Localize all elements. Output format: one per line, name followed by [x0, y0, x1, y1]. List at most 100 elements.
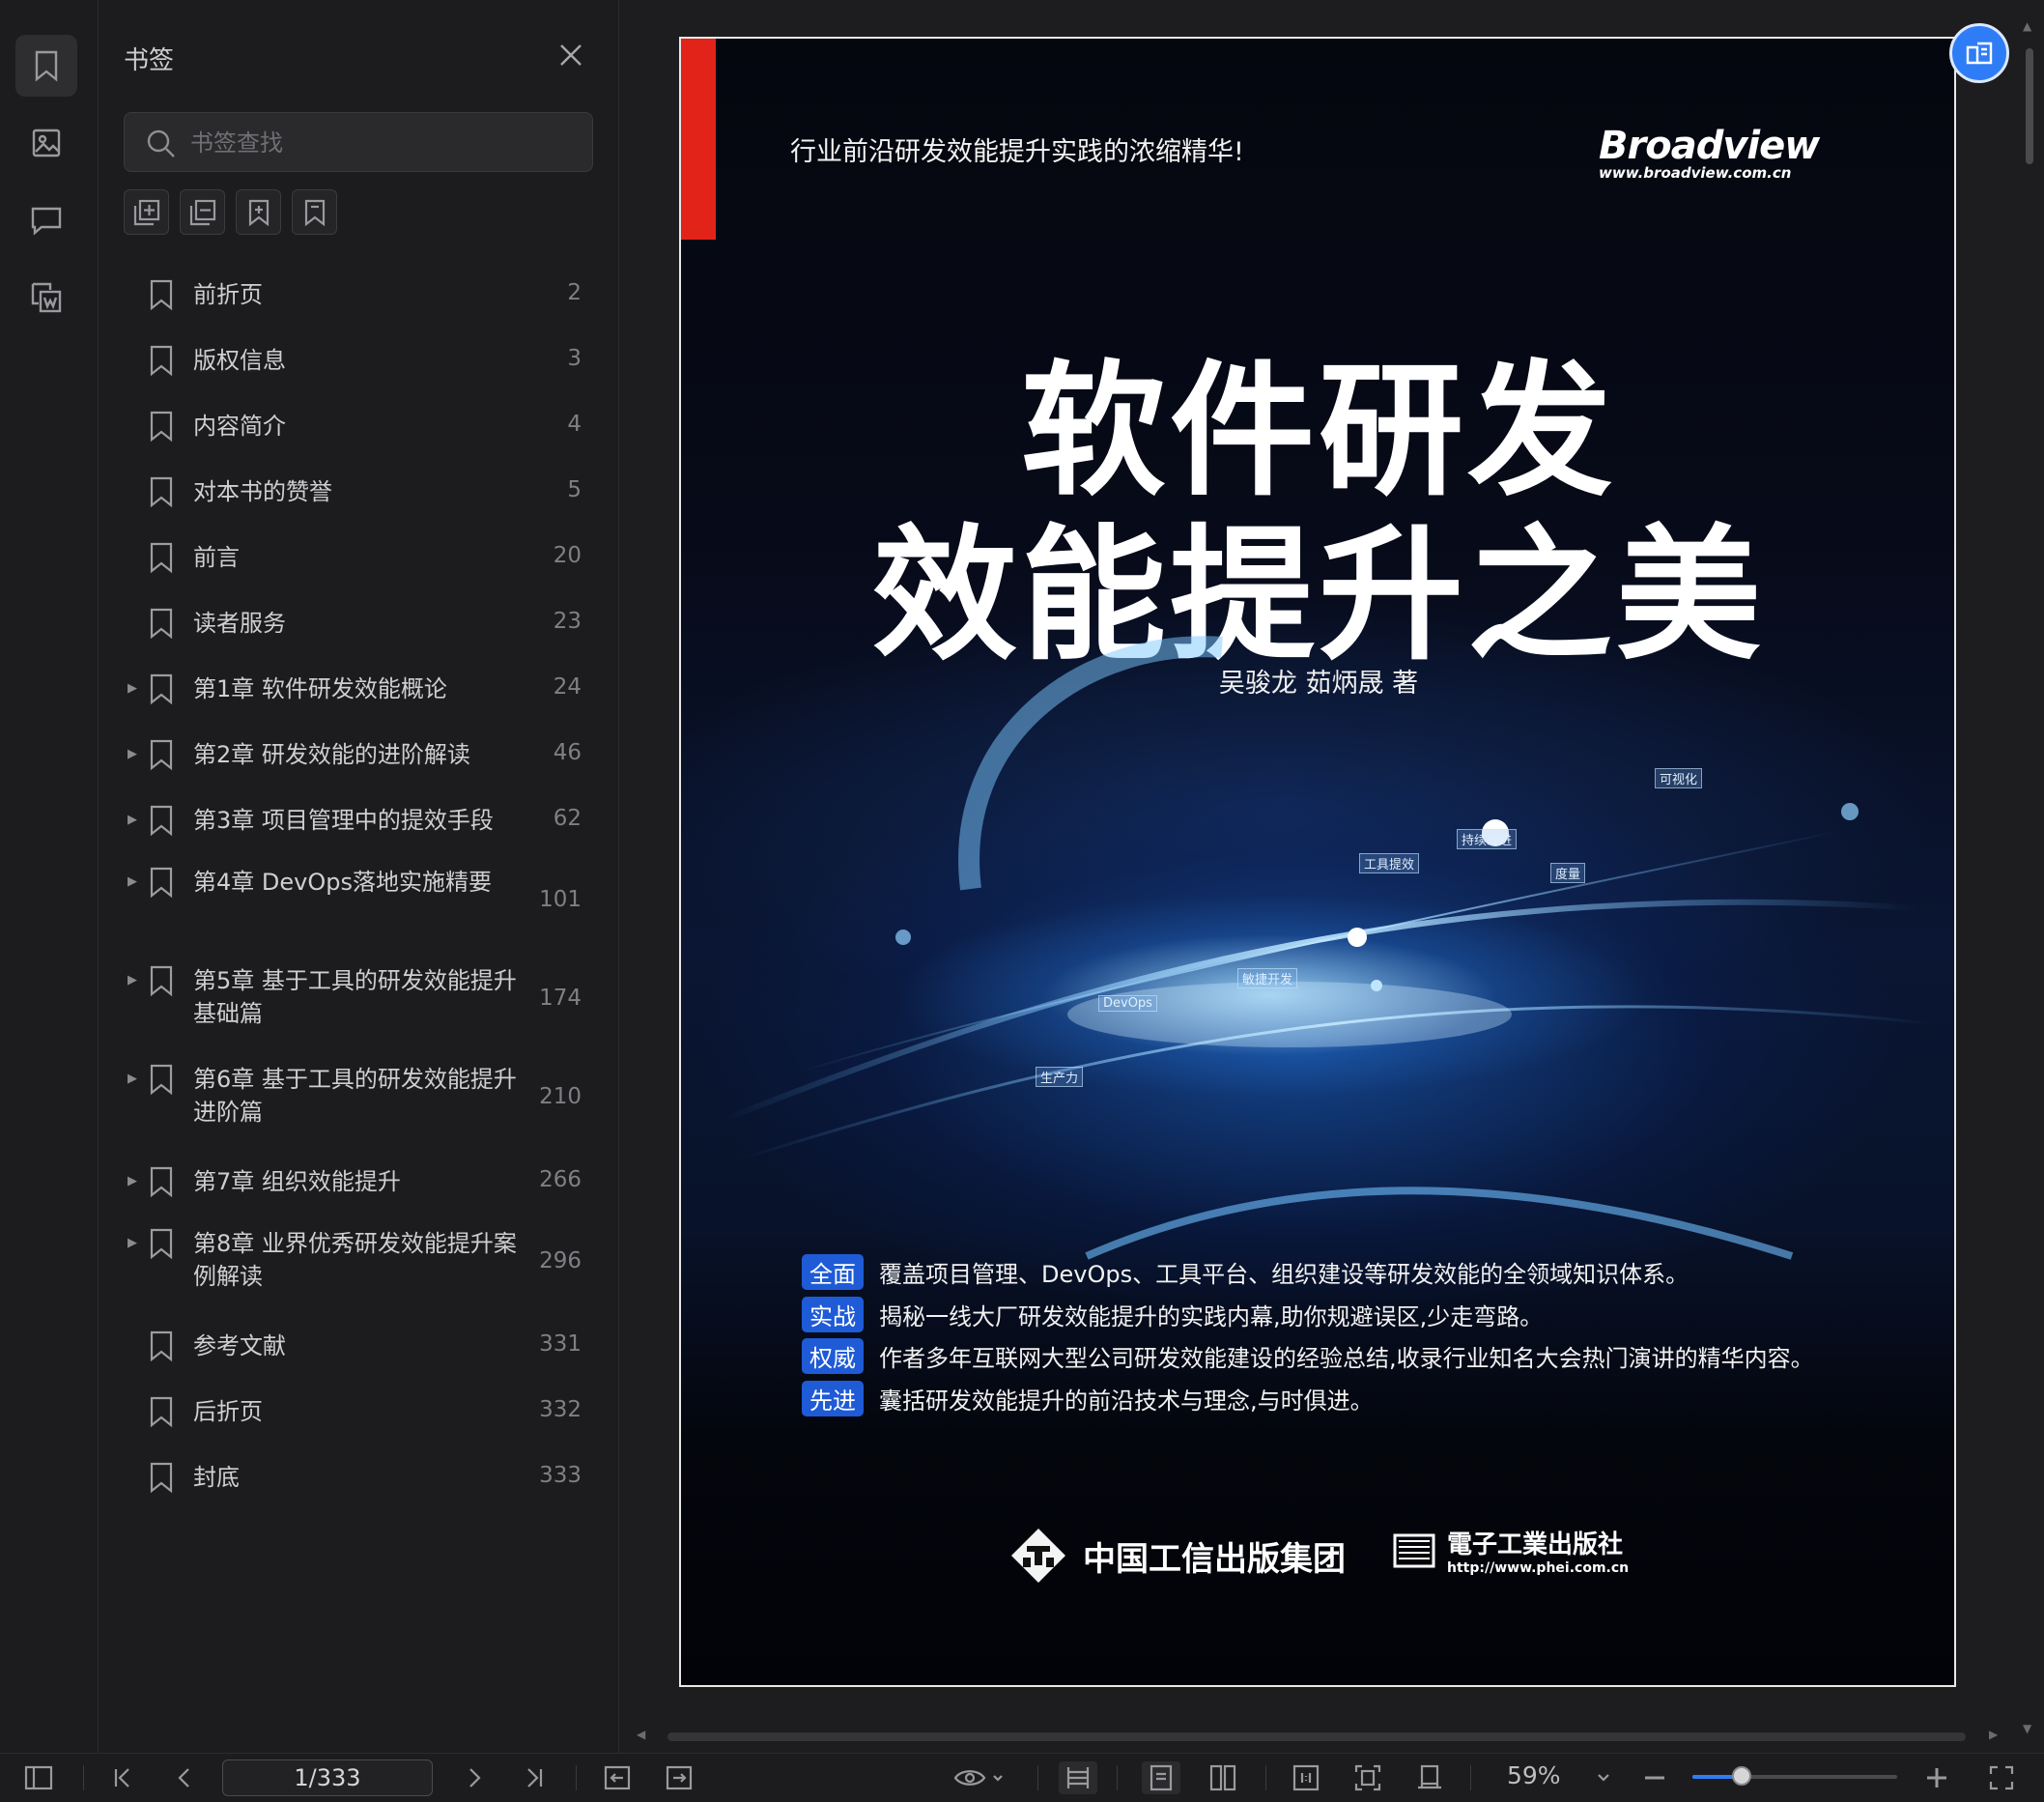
add-bookmark-button[interactable] [236, 189, 281, 235]
cover-node-label: 生产力 [1036, 1067, 1084, 1087]
expand-caret-icon[interactable]: ▶ [128, 813, 137, 827]
chevron-right-icon [469, 1768, 481, 1788]
single-page-button[interactable] [1142, 1761, 1180, 1794]
expand-caret-icon[interactable]: ▶ [128, 1174, 137, 1188]
page-number-field[interactable]: 1/333 [222, 1759, 433, 1796]
bookmark-page-number: 23 [553, 609, 582, 634]
forward-button[interactable] [663, 1761, 696, 1794]
floating-convert-button[interactable] [1949, 23, 2009, 83]
bookmark-item[interactable]: ▶ 第1章 软件研发效能概论 24 [99, 657, 618, 723]
zoom-slider[interactable] [1692, 1766, 1897, 1786]
bookmark-item[interactable]: 前言 20 [99, 526, 618, 591]
feature-tag: 实战 [802, 1297, 864, 1332]
bookmark-label: 版权信息 [193, 347, 286, 374]
bookmark-icon [147, 672, 176, 709]
minus-icon [1645, 1776, 1664, 1780]
bookmark-icon [147, 541, 176, 578]
rotate-page-button[interactable] [1410, 1761, 1449, 1794]
scroll-right-arrow-icon[interactable]: ▶ [1989, 1728, 1998, 1741]
panel-title: 书签 [124, 46, 175, 75]
bookmark-item[interactable]: 封底 333 [99, 1445, 618, 1511]
convert-doc-icon[interactable] [15, 267, 77, 329]
bookmark-item[interactable]: ▶ 第2章 研发效能的进阶解读 46 [99, 723, 618, 788]
bookmark-label: 第6章 基于工具的研发效能提升进阶篇 [193, 1066, 517, 1126]
expand-caret-icon[interactable]: ▶ [128, 747, 137, 761]
expand-caret-icon[interactable]: ▶ [128, 874, 137, 889]
feature-tag: 权威 [802, 1338, 864, 1374]
bookmark-page-number: 46 [553, 740, 582, 765]
toolbar-divider [1265, 1765, 1266, 1790]
bookmark-item[interactable]: 对本书的赞誉 5 [99, 460, 618, 526]
first-page-button[interactable] [106, 1761, 139, 1794]
bookmark-item[interactable]: ▶ 第8章 业界优秀研发效能提升案例解读 296 [99, 1216, 618, 1314]
chevron-left-icon [178, 1768, 189, 1788]
bookmark-item[interactable]: ▶ 第6章 基于工具的研发效能提升进阶篇 210 [99, 1051, 618, 1150]
scroll-left-arrow-icon[interactable]: ◀ [637, 1728, 645, 1741]
bookmark-item[interactable]: ▶ 第7章 组织效能提升 266 [99, 1150, 618, 1216]
last-page-button[interactable] [518, 1761, 551, 1794]
close-icon[interactable] [556, 41, 585, 70]
comment-icon[interactable] [15, 189, 77, 251]
bookmark-page-number: 24 [553, 674, 582, 700]
toggle-sidebar-button[interactable] [21, 1761, 56, 1794]
bookmark-item[interactable]: 内容简介 4 [99, 394, 618, 460]
fullscreen-button[interactable] [1984, 1761, 2019, 1794]
bookmark-label: 第2章 研发效能的进阶解读 [193, 741, 470, 768]
feature-tag: 先进 [802, 1381, 864, 1416]
scroll-down-arrow-icon[interactable]: ▼ [2023, 1722, 2031, 1735]
thumbnail-icon[interactable] [15, 112, 77, 174]
zoom-out-button[interactable] [1640, 1761, 1669, 1794]
two-page-button[interactable] [1204, 1761, 1242, 1794]
horizontal-scrollbar[interactable]: ◀ ▶ [633, 1728, 2004, 1745]
previous-page-button[interactable] [168, 1761, 201, 1794]
expand-caret-icon[interactable]: ▶ [128, 1072, 137, 1086]
read-mode-dropdown[interactable] [951, 1761, 1008, 1794]
bookmark-item[interactable]: 读者服务 23 [99, 591, 618, 657]
bookmark-icon [147, 1165, 176, 1202]
bookmark-tools [124, 189, 337, 235]
zoom-in-button[interactable] [1922, 1761, 1951, 1794]
scroll-up-arrow-icon[interactable]: ▲ [2023, 19, 2031, 33]
zoom-level[interactable]: 59% [1507, 1761, 1561, 1789]
fullscreen-icon [1989, 1765, 2014, 1790]
cover-node-label: 持续改进 [1457, 829, 1518, 849]
toolbar-divider [1037, 1765, 1038, 1790]
bookmark-item[interactable]: ▶ 第4章 DevOps落地实施精要 101 [99, 854, 618, 953]
zoom-slider-knob[interactable] [1732, 1766, 1751, 1786]
last-page-icon [527, 1768, 543, 1788]
horizontal-scroll-thumb[interactable] [667, 1732, 1966, 1741]
bookmark-label: 第5章 基于工具的研发效能提升基础篇 [193, 967, 517, 1027]
bookmark-button[interactable] [292, 189, 337, 235]
cover-feature: 先进 囊括研发效能提升的前沿技术与理念,与时俱进。 [802, 1381, 1374, 1416]
bookmark-item[interactable]: 后折页 332 [99, 1380, 618, 1445]
fit-page-button[interactable] [1348, 1761, 1387, 1794]
bookmark-page-number: 2 [567, 280, 582, 305]
bookmark-icon [147, 1063, 176, 1100]
bookmark-icon [147, 804, 176, 841]
bookmark-label: 第8章 业界优秀研发效能提升案例解读 [193, 1230, 517, 1290]
collapse-all-button[interactable] [180, 189, 225, 235]
bookmark-page-number: 62 [553, 806, 582, 831]
cover-feature: 实战 揭秘一线大厂研发效能提升的实践内幕,助你规避误区,少走弯路。 [802, 1297, 1543, 1332]
fit-width-button[interactable] [1059, 1761, 1097, 1794]
vertical-scrollbar[interactable]: ▲ ▼ [2021, 19, 2036, 1739]
expand-caret-icon[interactable]: ▶ [128, 681, 137, 696]
next-page-button[interactable] [458, 1761, 491, 1794]
bookmark-item[interactable]: 版权信息 3 [99, 329, 618, 394]
bookmark-icon[interactable] [15, 35, 77, 97]
expand-all-button[interactable] [124, 189, 169, 235]
bookmark-icon [147, 410, 176, 446]
expand-caret-icon[interactable]: ▶ [128, 973, 137, 987]
bookmark-item[interactable]: ▶ 第3章 项目管理中的提效手段 62 [99, 788, 618, 854]
bookmark-search-input[interactable] [188, 125, 579, 161]
cover-feature: 权威 作者多年互联网大型公司研发效能建设的经验总结,收录行业知名大会热门演讲的精… [802, 1338, 1814, 1374]
actual-size-button[interactable] [1287, 1761, 1325, 1794]
expand-caret-icon[interactable]: ▶ [128, 1236, 137, 1250]
back-button[interactable] [601, 1761, 634, 1794]
zoom-dropdown[interactable] [1592, 1761, 1615, 1794]
vertical-scroll-thumb[interactable] [2026, 48, 2033, 164]
bookmark-icon [147, 1395, 176, 1432]
bookmark-item[interactable]: 前折页 2 [99, 263, 618, 329]
bookmark-item[interactable]: 参考文献 331 [99, 1314, 618, 1380]
bookmark-item[interactable]: ▶ 第5章 基于工具的研发效能提升基础篇 174 [99, 953, 618, 1051]
